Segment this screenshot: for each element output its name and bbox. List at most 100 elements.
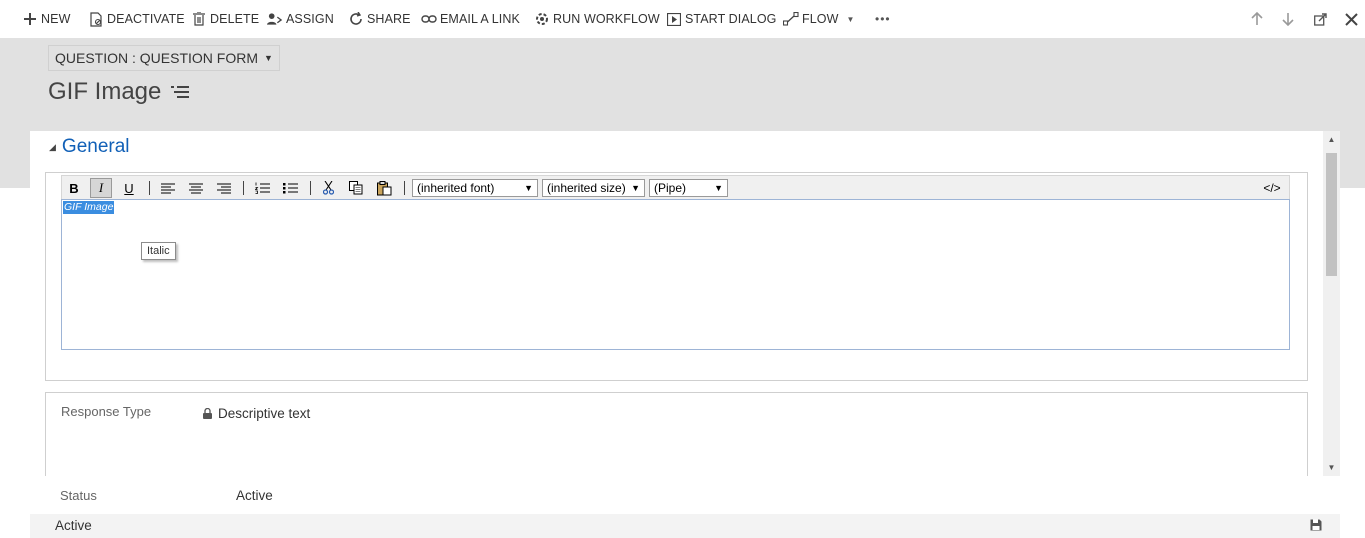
assign-button[interactable]: ASSIGN [267, 0, 334, 38]
workflow-icon [534, 11, 550, 27]
delete-label: DELETE [210, 12, 260, 26]
menu-list-icon[interactable] [171, 85, 190, 99]
format-value: (Pipe) [654, 181, 687, 195]
font-size-value: (inherited size) [547, 181, 626, 195]
paste-button[interactable] [373, 178, 395, 198]
share-label: SHARE [367, 12, 411, 26]
response-type-value: Descriptive text [218, 406, 311, 421]
toolbar-separator [404, 181, 405, 195]
ordered-list-icon [254, 182, 270, 194]
form-footer: Active [30, 514, 1340, 538]
chevron-down-icon: ▼ [631, 183, 640, 193]
start-dialog-label: START DIALOG [685, 12, 777, 26]
align-left-icon [161, 183, 175, 193]
save-icon[interactable] [1310, 519, 1322, 531]
italic-tooltip: Italic [141, 242, 176, 260]
response-type-label: Response Type [61, 404, 152, 419]
chevron-down-icon: ▼ [524, 183, 533, 193]
toolbar-separator [310, 181, 311, 195]
vertical-scrollbar[interactable]: ▲ ▼ [1323, 131, 1340, 476]
assign-icon [267, 11, 283, 27]
bullet-list-button[interactable] [279, 178, 301, 198]
scissors-icon [322, 181, 334, 195]
underline-label: U [124, 180, 134, 196]
delete-button[interactable]: DELETE [191, 0, 259, 38]
align-left-button[interactable] [157, 178, 179, 198]
response-type-section: Response Type Descriptive text [45, 392, 1308, 476]
selected-text[interactable]: GIF Image [63, 201, 115, 214]
record-title: GIF Image [48, 78, 190, 106]
run-workflow-button[interactable]: RUN WORKFLOW [534, 0, 660, 38]
record-title-text: GIF Image [48, 78, 162, 105]
italic-label: I [98, 180, 104, 195]
italic-button[interactable]: I [90, 178, 112, 198]
start-dialog-button[interactable]: START DIALOG [666, 0, 777, 38]
trash-icon [191, 11, 207, 27]
editor-content-area[interactable]: GIF Image Italic [61, 199, 1290, 350]
copy-icon [349, 181, 363, 195]
scroll-down-arrow[interactable]: ▼ [1323, 459, 1340, 476]
deactivate-icon [88, 11, 104, 27]
form-selector-label: QUESTION : QUESTION FORM [55, 50, 259, 66]
email-link-label: EMAIL A LINK [440, 12, 520, 26]
new-label: NEW [41, 12, 71, 26]
more-commands-button[interactable]: ••• [875, 0, 891, 38]
form-content: ◢ General B I U (inherited font) ▼ (inhe… [30, 131, 1340, 476]
cut-button[interactable] [317, 178, 339, 198]
arrow-down-icon[interactable] [1277, 8, 1299, 30]
form-selector[interactable]: QUESTION : QUESTION FORM ▼ [48, 45, 280, 71]
popout-icon[interactable] [1309, 8, 1331, 30]
flow-button[interactable]: FLOW ▼ [783, 0, 855, 38]
ordered-list-button[interactable] [251, 178, 273, 198]
collapse-triangle-icon: ◢ [49, 141, 56, 152]
more-label: ••• [875, 12, 891, 26]
font-family-value: (inherited font) [417, 181, 495, 195]
chevron-down-icon: ▼ [714, 183, 723, 193]
source-toggle-button[interactable]: </> [1259, 178, 1285, 198]
format-select[interactable]: (Pipe) ▼ [649, 179, 728, 197]
status-value: Active [236, 488, 273, 503]
response-type-field: Descriptive text [203, 406, 310, 421]
flow-label: FLOW [802, 12, 839, 26]
section-header-general[interactable]: ◢ General [49, 136, 130, 158]
run-workflow-label: RUN WORKFLOW [553, 12, 660, 26]
deactivate-label: DEACTIVATE [107, 12, 185, 26]
bullet-list-icon [282, 183, 298, 194]
paste-icon [376, 180, 391, 195]
status-label: Status [60, 488, 97, 503]
command-bar: NEW DEACTIVATE DELETE ASSIGN SHARE EMAIL… [0, 0, 1365, 38]
copy-button[interactable] [345, 178, 367, 198]
new-button[interactable]: NEW [22, 0, 70, 38]
rich-text-editor: B I U (inherited font) ▼ (inherited size… [45, 172, 1308, 381]
bold-label: B [69, 180, 79, 196]
bold-button[interactable]: B [63, 178, 85, 198]
plus-icon [22, 11, 38, 27]
toolbar-separator [149, 181, 150, 195]
dialog-icon [666, 11, 682, 27]
toolbar-separator [243, 181, 244, 195]
scroll-up-arrow[interactable]: ▲ [1323, 131, 1340, 148]
font-size-select[interactable]: (inherited size) ▼ [542, 179, 645, 197]
assign-label: ASSIGN [286, 12, 334, 26]
align-right-button[interactable] [213, 178, 235, 198]
align-center-button[interactable] [185, 178, 207, 198]
align-right-icon [217, 183, 231, 193]
email-link-button[interactable]: EMAIL A LINK [421, 0, 520, 38]
chevron-down-icon: ▼ [264, 53, 273, 63]
underline-button[interactable]: U [118, 178, 140, 198]
flow-icon [783, 11, 799, 27]
font-family-select[interactable]: (inherited font) ▼ [412, 179, 538, 197]
footer-status: Active [55, 518, 92, 533]
deactivate-button[interactable]: DEACTIVATE [88, 0, 185, 38]
align-center-icon [189, 183, 203, 193]
editor-toolbar: B I U (inherited font) ▼ (inherited size… [61, 175, 1290, 199]
source-toggle-label: </> [1263, 181, 1281, 195]
share-button[interactable]: SHARE [348, 0, 411, 38]
section-title: General [61, 136, 130, 157]
status-row: Status Active [30, 476, 1340, 514]
close-icon[interactable] [1340, 8, 1362, 30]
share-icon [348, 11, 364, 27]
lock-icon [203, 408, 212, 419]
scrollbar-thumb[interactable] [1326, 153, 1337, 276]
arrow-up-icon[interactable] [1246, 8, 1268, 30]
